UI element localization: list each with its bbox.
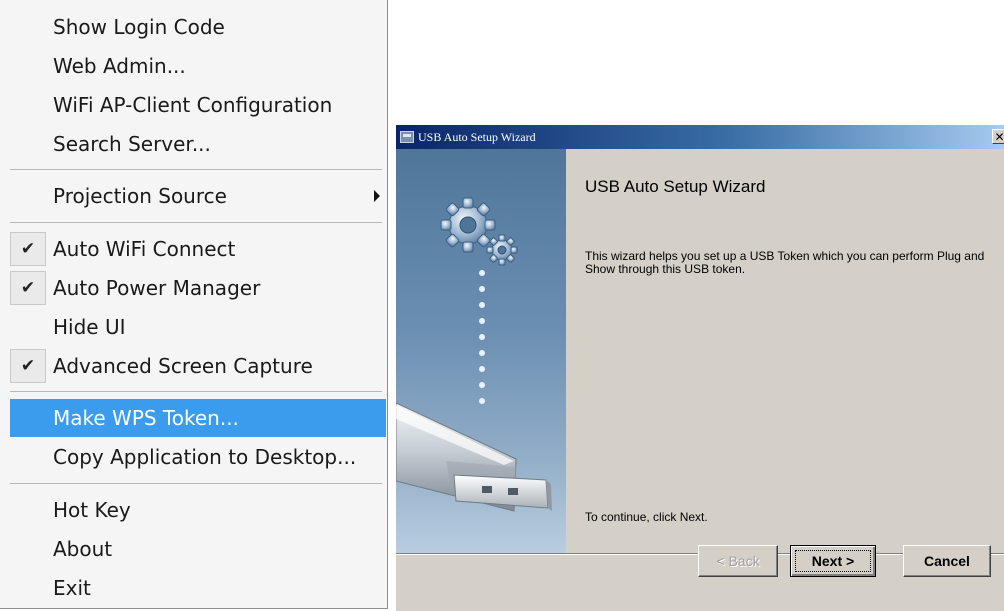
menu-item-label: Projection Source <box>53 184 227 208</box>
menu-item-label: Auto Power Manager <box>53 276 261 300</box>
menu-item-label: Make WPS Token... <box>53 406 239 430</box>
gears-icon <box>440 197 518 266</box>
menu-item-hot-key[interactable]: Hot Key <box>10 491 386 529</box>
menu-item-exit[interactable]: Exit <box>10 569 386 607</box>
menu-item-label: Hide UI <box>53 315 126 339</box>
menu-item-label: Web Admin... <box>53 54 186 78</box>
menu-item-label: Exit <box>53 576 91 600</box>
app-icon <box>400 131 414 143</box>
wizard-description: This wizard helps you set up a USB Token… <box>585 249 985 276</box>
menu-item-about[interactable]: About <box>10 530 386 568</box>
window-title: USB Auto Setup Wizard <box>418 129 536 144</box>
menu-item-copy-application-to-desktop[interactable]: Copy Application to Desktop... <box>10 438 386 476</box>
menu-separator <box>10 391 382 392</box>
menu-item-label: WiFi AP-Client Configuration <box>53 93 333 117</box>
menu-item-label: Advanced Screen Capture <box>53 354 313 378</box>
menu-item-show-login-code[interactable]: Show Login Code <box>10 8 386 46</box>
menu-item-make-wps-token[interactable]: Make WPS Token... <box>10 399 386 437</box>
menu-item-search-server[interactable]: Search Server... <box>10 125 386 163</box>
wizard-side-banner <box>396 149 566 553</box>
menu-item-label: Hot Key <box>53 498 131 522</box>
menu-item-auto-wifi-connect[interactable]: ✔ Auto WiFi Connect <box>10 230 386 268</box>
usb-drive-icon <box>396 402 552 512</box>
menu-separator <box>10 222 382 223</box>
menu-item-label: Show Login Code <box>53 15 225 39</box>
menu-item-label: About <box>53 537 113 561</box>
menu-item-hide-ui[interactable]: Hide UI <box>10 308 386 346</box>
close-icon[interactable]: ✕ <box>992 129 1004 144</box>
menu-item-projection-source[interactable]: Projection Source <box>10 177 386 215</box>
next-button[interactable]: Next > <box>790 545 876 577</box>
context-menu: Show Login Code Web Admin... WiFi AP-Cli… <box>0 0 388 609</box>
menu-item-advanced-screen-capture[interactable]: ✔ Advanced Screen Capture <box>10 347 386 385</box>
menu-item-wifi-ap-client-configuration[interactable]: WiFi AP-Client Configuration <box>10 86 386 124</box>
menu-item-label: Copy Application to Desktop... <box>53 445 357 469</box>
checkmark-icon: ✔ <box>10 232 46 266</box>
menu-item-web-admin[interactable]: Web Admin... <box>10 47 386 85</box>
cancel-button[interactable]: Cancel <box>903 545 991 577</box>
wizard-heading: USB Auto Setup Wizard <box>585 177 766 196</box>
checkmark-icon: ✔ <box>10 271 46 305</box>
focus-rectangle <box>795 550 871 572</box>
menu-item-auto-power-manager[interactable]: ✔ Auto Power Manager <box>10 269 386 307</box>
menu-item-label: Auto WiFi Connect <box>53 237 236 261</box>
menu-separator <box>10 169 382 170</box>
wizard-content: USB Auto Setup Wizard This wizard helps … <box>566 149 1004 553</box>
menu-item-label: Search Server... <box>53 132 211 156</box>
continue-instruction: To continue, click Next. <box>585 510 708 524</box>
title-bar[interactable]: USB Auto Setup Wizard ✕ <box>396 125 1004 149</box>
submenu-arrow-icon <box>374 190 380 202</box>
back-button[interactable]: < Back <box>698 545 778 577</box>
wizard-window: USB Auto Setup Wizard ✕ USB Auto Setup W… <box>395 124 1004 611</box>
menu-separator <box>10 483 382 484</box>
checkmark-icon: ✔ <box>10 349 46 383</box>
